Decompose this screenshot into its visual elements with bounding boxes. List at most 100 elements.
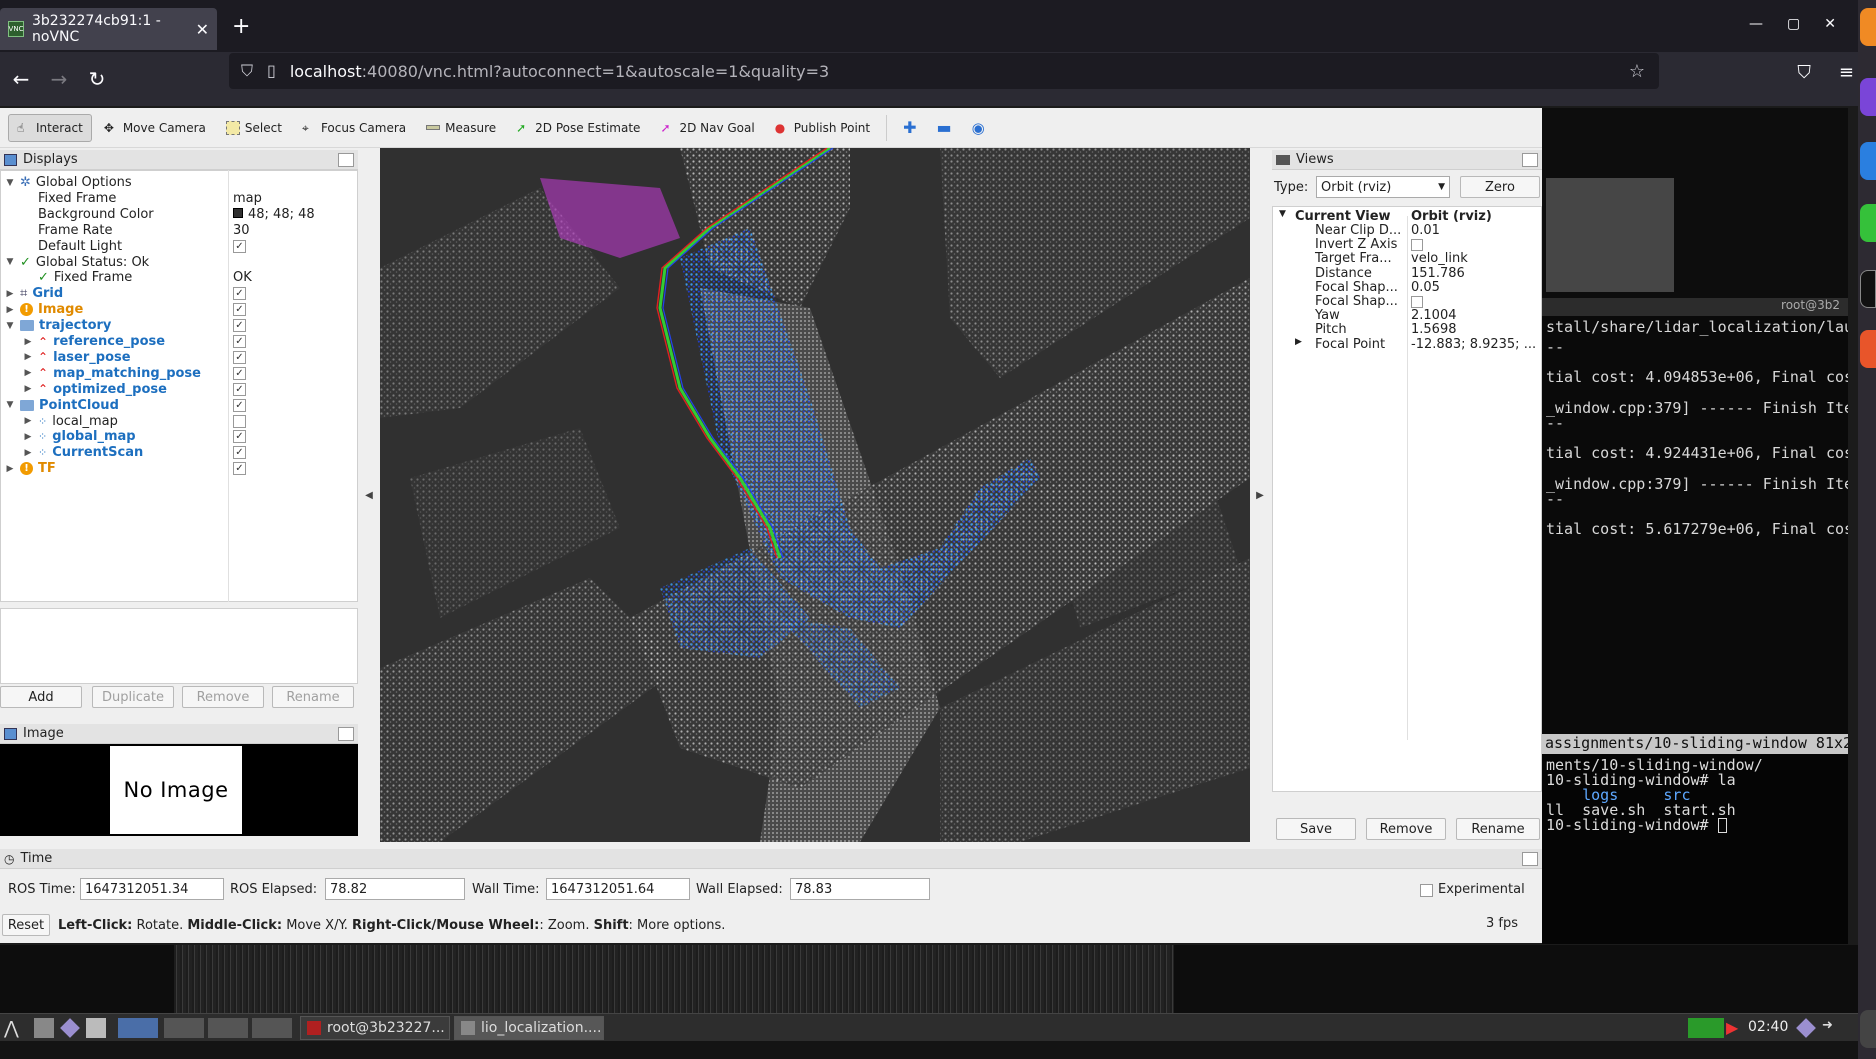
- display-enabled-checkbox[interactable]: ✓: [233, 335, 246, 348]
- remove-view-button[interactable]: Remove: [1366, 818, 1446, 840]
- left-splitter[interactable]: ◀: [362, 148, 376, 842]
- close-tab-icon[interactable]: ✕: [196, 20, 209, 39]
- display-enabled-checkbox[interactable]: ✓: [233, 398, 246, 412]
- view-type-select[interactable]: Orbit (rviz) ▼: [1316, 176, 1450, 198]
- tool-select[interactable]: Select: [218, 114, 290, 142]
- tool-interact[interactable]: ☝ Interact: [8, 113, 92, 142]
- browser-tab[interactable]: VNC 3b232274cb91:1 - noVNC ✕: [0, 8, 217, 50]
- expand-icon[interactable]: ▶: [1295, 337, 1302, 347]
- expand-icon[interactable]: ▶: [23, 384, 33, 394]
- display-enabled-checkbox[interactable]: ✓: [233, 350, 246, 364]
- display-enabled-checkbox[interactable]: ✓: [233, 462, 246, 476]
- expand-icon[interactable]: ▶: [23, 416, 33, 426]
- terminal-output[interactable]: stall/share/lidar_localization/launch/li…: [1542, 316, 1848, 736]
- eye-icon[interactable]: ◉: [964, 114, 993, 142]
- display-enabled-checkbox[interactable]: ✓: [233, 239, 246, 253]
- dock-browser-icon[interactable]: [1860, 330, 1876, 368]
- right-splitter[interactable]: ▶: [1250, 148, 1270, 842]
- display-value[interactable]: map: [233, 191, 262, 206]
- wall-time-field[interactable]: 1647312051.64: [546, 878, 690, 900]
- tray-diamond-icon[interactable]: [1796, 1018, 1816, 1038]
- view-prop-value[interactable]: -12.883; 8.9235; ...: [1411, 337, 1536, 352]
- window-icon[interactable]: [86, 1018, 106, 1038]
- taskbar-app-terminal[interactable]: root@3b23227...: [300, 1016, 450, 1040]
- terminal2-output[interactable]: ments/10-sliding-window/10-sliding-windo…: [1542, 754, 1848, 944]
- remove-tool-icon[interactable]: ▬: [929, 114, 960, 142]
- display-enabled-checkbox[interactable]: [233, 414, 246, 428]
- page-icon[interactable]: ▯: [267, 61, 276, 81]
- remove-display-button[interactable]: Remove: [182, 686, 264, 708]
- forward-icon[interactable]: →: [42, 67, 76, 91]
- taskbar-app-rviz[interactable]: lio_localization....: [454, 1016, 604, 1040]
- view-prop-value[interactable]: 0.01: [1411, 223, 1440, 238]
- duplicate-display-button[interactable]: Duplicate: [92, 686, 174, 708]
- rename-display-button[interactable]: Rename: [272, 686, 354, 708]
- ros-elapsed-field[interactable]: 78.82: [325, 878, 465, 900]
- dock-terminal-icon[interactable]: [1860, 270, 1876, 308]
- expand-icon[interactable]: ▼: [5, 257, 15, 267]
- reload-icon[interactable]: ↻: [80, 67, 114, 91]
- reset-button[interactable]: Reset: [2, 914, 50, 936]
- image-float-checkbox[interactable]: [338, 726, 354, 741]
- close-window-icon[interactable]: ✕: [1824, 16, 1836, 32]
- menu-icon[interactable]: ≡: [1839, 62, 1854, 83]
- expand-icon[interactable]: ▶: [23, 337, 33, 347]
- expand-icon[interactable]: ▶: [23, 432, 33, 442]
- tool-2d-pose-estimate[interactable]: ➚ 2D Pose Estimate: [508, 114, 648, 142]
- maximize-icon[interactable]: ▢: [1787, 16, 1800, 32]
- expand-icon[interactable]: ▼: [5, 178, 15, 188]
- expand-icon[interactable]: ▶: [23, 448, 33, 458]
- tool-move-camera[interactable]: ✥ Move Camera: [96, 114, 214, 142]
- display-value[interactable]: 30: [233, 223, 250, 238]
- view-prop-value[interactable]: 151.786: [1411, 266, 1465, 281]
- display-enabled-checkbox[interactable]: ✓: [233, 430, 246, 444]
- tool-measure[interactable]: Measure: [418, 114, 504, 142]
- add-tool-icon[interactable]: ✚: [895, 114, 924, 142]
- display-value[interactable]: 48; 48; 48: [233, 207, 315, 222]
- url-bar[interactable]: ⛉ ▯ localhost:40080/vnc.html?autoconnect=…: [229, 53, 1659, 89]
- expand-icon[interactable]: ▶: [23, 352, 33, 362]
- view-prop-value[interactable]: 2.1004: [1411, 308, 1457, 323]
- time-float-checkbox[interactable]: [1522, 851, 1538, 866]
- start-menu-icon[interactable]: ⋀: [4, 1018, 24, 1039]
- add-display-button[interactable]: Add: [0, 686, 82, 708]
- zero-button[interactable]: Zero: [1460, 176, 1540, 198]
- display-enabled-checkbox[interactable]: ✓: [233, 382, 246, 396]
- record-icon[interactable]: ▶: [1726, 1018, 1746, 1038]
- expand-icon[interactable]: ▼: [1279, 209, 1286, 219]
- shield-icon[interactable]: ⛉: [241, 61, 253, 81]
- bookmark-star-icon[interactable]: ☆: [1629, 61, 1645, 82]
- ros-time-field[interactable]: 1647312051.34: [80, 878, 224, 900]
- dock-mail-icon[interactable]: [1860, 142, 1876, 180]
- diamond-icon[interactable]: [60, 1018, 80, 1038]
- wall-elapsed-field[interactable]: 78.83: [790, 878, 930, 900]
- view-prop-value[interactable]: 0.05: [1411, 280, 1440, 295]
- minimize-icon[interactable]: —: [1749, 16, 1763, 32]
- dock-firefox-icon[interactable]: [1860, 8, 1876, 46]
- tool-2d-nav-goal[interactable]: ➚ 2D Nav Goal: [652, 114, 762, 142]
- tool-publish-point[interactable]: ● Publish Point: [767, 114, 878, 142]
- expand-icon[interactable]: ▼: [5, 400, 15, 410]
- expand-icon[interactable]: ▶: [23, 368, 33, 378]
- new-tab-button[interactable]: +: [232, 14, 250, 39]
- tool-focus-camera[interactable]: ⌖ Focus Camera: [294, 114, 414, 142]
- view-prop-checkbox[interactable]: [1411, 296, 1423, 308]
- views-float-checkbox[interactable]: [1522, 152, 1538, 167]
- expand-icon[interactable]: ▶: [5, 464, 15, 474]
- display-row-tf[interactable]: ▶! TF ✓: [1, 459, 358, 478]
- display-enabled-checkbox[interactable]: ✓: [233, 319, 246, 333]
- pocket-icon[interactable]: ⛉: [1797, 62, 1811, 83]
- expand-icon[interactable]: ▼: [5, 321, 15, 331]
- dock-more-icon[interactable]: [1860, 1010, 1876, 1048]
- dock-chat-icon[interactable]: [1860, 204, 1876, 242]
- display-enabled-checkbox[interactable]: ✓: [233, 303, 246, 317]
- rename-view-button[interactable]: Rename: [1456, 818, 1540, 840]
- display-enabled-checkbox[interactable]: ✓: [233, 366, 246, 380]
- workspace-4-icon[interactable]: [252, 1018, 292, 1038]
- displays-float-checkbox[interactable]: [338, 152, 354, 167]
- tray-exit-icon[interactable]: ➜: [1822, 1018, 1842, 1038]
- rviz-workspace-icon[interactable]: [118, 1018, 158, 1038]
- workspace-3-icon[interactable]: [208, 1018, 248, 1038]
- display-enabled-checkbox[interactable]: ✓: [233, 287, 246, 301]
- display-enabled-checkbox[interactable]: ✓: [233, 446, 246, 460]
